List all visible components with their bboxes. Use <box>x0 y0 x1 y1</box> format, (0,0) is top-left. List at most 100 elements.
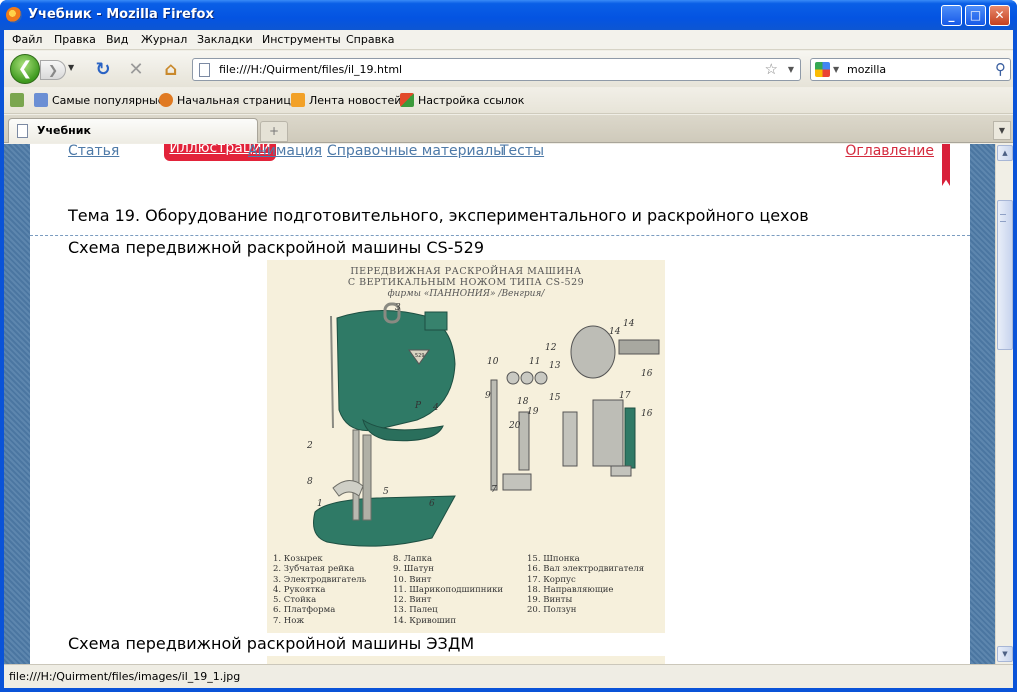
machine-diagram: 5 2 9 1 2 3 4 5 6 7 8 9 10 11 12 13 14 14 … <box>306 302 660 547</box>
svg-text:2: 2 <box>306 441 313 451</box>
svg-text:9: 9 <box>485 391 491 401</box>
url-bar[interactable]: file:///H:/Quirment/files/il_19.html ☆ ▼ <box>192 58 801 81</box>
svg-text:8: 8 <box>307 477 313 487</box>
window-title: Учебник - Mozilla Firefox <box>28 7 214 22</box>
stand-shape <box>352 429 360 521</box>
toc-link[interactable]: Оглавление <box>845 144 934 159</box>
nav-link-article[interactable]: Статья <box>68 144 119 159</box>
blade-shape <box>362 434 372 521</box>
scroll-thumb[interactable] <box>997 200 1013 350</box>
bookmark-ribbon-icon <box>942 144 950 186</box>
engine-dropdown-icon[interactable]: ▼ <box>833 65 839 74</box>
back-arrow-icon[interactable]: ❮ <box>10 54 40 84</box>
svg-text:11: 11 <box>529 357 540 367</box>
scroll-up-icon[interactable]: ▲ <box>997 145 1013 161</box>
svg-text:20: 20 <box>508 421 521 431</box>
reload-icon[interactable]: ↻ <box>92 59 114 81</box>
menu-bookmarks[interactable]: Закладки <box>197 33 253 46</box>
foot-shape <box>332 480 364 497</box>
firefox-icon <box>159 93 173 107</box>
svg-text:5: 5 <box>383 487 389 497</box>
status-text: file:///H:/Quirment/files/images/il_19_1… <box>9 670 241 683</box>
history-dropdown-icon[interactable]: ▼ <box>68 63 78 75</box>
svg-text:10: 10 <box>487 357 499 367</box>
topic-title: Тема 19. Оборудование подготовительного,… <box>68 206 809 225</box>
tab-textbook[interactable]: Учебник <box>8 118 258 143</box>
close-button[interactable]: ✕ <box>989 5 1010 26</box>
bookmark-start-page[interactable]: Начальная страница <box>159 93 298 107</box>
connecting-rod-shape <box>490 379 498 491</box>
svg-text:12: 12 <box>545 343 557 353</box>
bookmark-customize-links[interactable]: Настройка ссылок <box>400 93 524 107</box>
figure-heading-ezdm: Схема передвижной раскройной машины ЭЗДМ <box>68 634 475 653</box>
svg-text:14: 14 <box>623 319 635 329</box>
svg-text:3: 3 <box>395 303 401 313</box>
nav-link-reference[interactable]: Справочные материалы <box>327 144 504 159</box>
svg-text:16: 16 <box>641 409 653 419</box>
bookmarks-menu-icon[interactable] <box>10 93 28 107</box>
star-icon[interactable]: ☆ <box>765 60 778 78</box>
motor-shaft-shape <box>618 339 660 355</box>
nav-link-tests[interactable]: Тесты <box>500 144 544 159</box>
housing-shape <box>592 399 624 467</box>
divider <box>30 235 970 236</box>
tab-strip: Учебник + ▼ <box>4 115 1013 143</box>
menu-view[interactable]: Вид <box>106 33 128 46</box>
menu-edit[interactable]: Правка <box>54 33 96 46</box>
menu-tools[interactable]: Инструменты <box>262 33 341 46</box>
motor-cap-shape <box>424 311 448 331</box>
svg-text:17: 17 <box>619 391 631 401</box>
search-icon[interactable]: ⚲ <box>995 60 1006 78</box>
svg-text:1: 1 <box>317 499 323 509</box>
folder-icon <box>34 93 48 107</box>
bookmark-most-visited[interactable]: Самые популярные <box>34 93 165 107</box>
menu-bar: Файл Правка Вид Журнал Закладки Инструме… <box>4 30 1013 50</box>
bookmark-news-feed[interactable]: Лента новостей <box>291 93 401 107</box>
stop-icon[interactable]: ✕ <box>125 59 147 81</box>
svg-text:15: 15 <box>549 393 561 403</box>
maximize-button[interactable]: □ <box>965 5 986 26</box>
guide-left-shape <box>562 411 578 467</box>
windows-icon <box>400 93 414 107</box>
page-icon <box>199 63 210 77</box>
svg-text:Р: Р <box>414 401 422 411</box>
svg-text:19: 19 <box>527 407 539 417</box>
google-icon[interactable] <box>815 62 830 77</box>
rss-icon <box>291 93 305 107</box>
tab-list-dropdown-icon[interactable]: ▼ <box>993 121 1011 140</box>
svg-text:18: 18 <box>517 397 529 407</box>
menu-file[interactable]: Файл <box>12 33 42 46</box>
figure-ezdm[interactable] <box>267 656 665 664</box>
status-bar: file:///H:/Quirment/files/images/il_19_1… <box>4 664 1013 688</box>
title-bar[interactable]: Учебник - Mozilla Firefox _ □ ✕ <box>0 0 1017 30</box>
browser-window: Учебник - Mozilla Firefox _ □ ✕ Файл Пра… <box>0 0 1017 692</box>
legend-column-2: 8. Лапка 9. Шатун 10. Винт 11. Шарикоподшип… <box>393 554 504 626</box>
svg-text:6: 6 <box>429 499 435 509</box>
firefox-icon <box>6 7 22 23</box>
slider-shape <box>518 411 530 471</box>
legend-column-1: 1. Козырек 2. Зубчатая рейка 3. Электродви… <box>273 554 367 626</box>
search-input[interactable]: mozilla <box>847 63 886 76</box>
svg-text:13: 13 <box>549 361 561 371</box>
search-bar[interactable]: ▼ mozilla ⚲ <box>810 58 1011 81</box>
url-text[interactable]: file:///H:/Quirment/files/il_19.html <box>219 63 402 76</box>
minimize-button[interactable]: _ <box>941 5 962 26</box>
menu-help[interactable]: Справка <box>346 33 394 46</box>
home-icon[interactable]: ⌂ <box>160 59 182 81</box>
forward-arrow-icon[interactable]: ❯ <box>40 60 66 80</box>
scroll-down-icon[interactable]: ▼ <box>997 646 1013 662</box>
url-dropdown-icon[interactable]: ▼ <box>788 65 794 74</box>
badge-text: 529 <box>415 353 425 359</box>
page-body: Статья Иллюстрации Анимация Справочные м… <box>30 144 970 664</box>
content-viewport: Статья Иллюстрации Анимация Справочные м… <box>4 144 995 664</box>
nav-link-animation[interactable]: Анимация <box>248 144 322 159</box>
bookmarks-bar: Самые популярные Начальная страница Лент… <box>4 88 1013 114</box>
vertical-scrollbar[interactable]: ▲ ▼ <box>995 144 1013 664</box>
menu-history[interactable]: Журнал <box>141 33 187 46</box>
navigation-toolbar: ❮ ❯ ▼ ↻ ✕ ⌂ file:///H:/Quirment/files/il… <box>4 51 1013 87</box>
svg-text:16: 16 <box>641 369 653 379</box>
new-tab-button[interactable]: + <box>260 121 288 142</box>
svg-text:14: 14 <box>609 327 621 337</box>
cover-plate-shape <box>624 407 636 469</box>
figure-cs529[interactable]: ПЕРЕДВИЖНАЯ РАСКРОЙНАЯ МАШИНА С ВЕРТИКАЛ… <box>267 260 665 633</box>
